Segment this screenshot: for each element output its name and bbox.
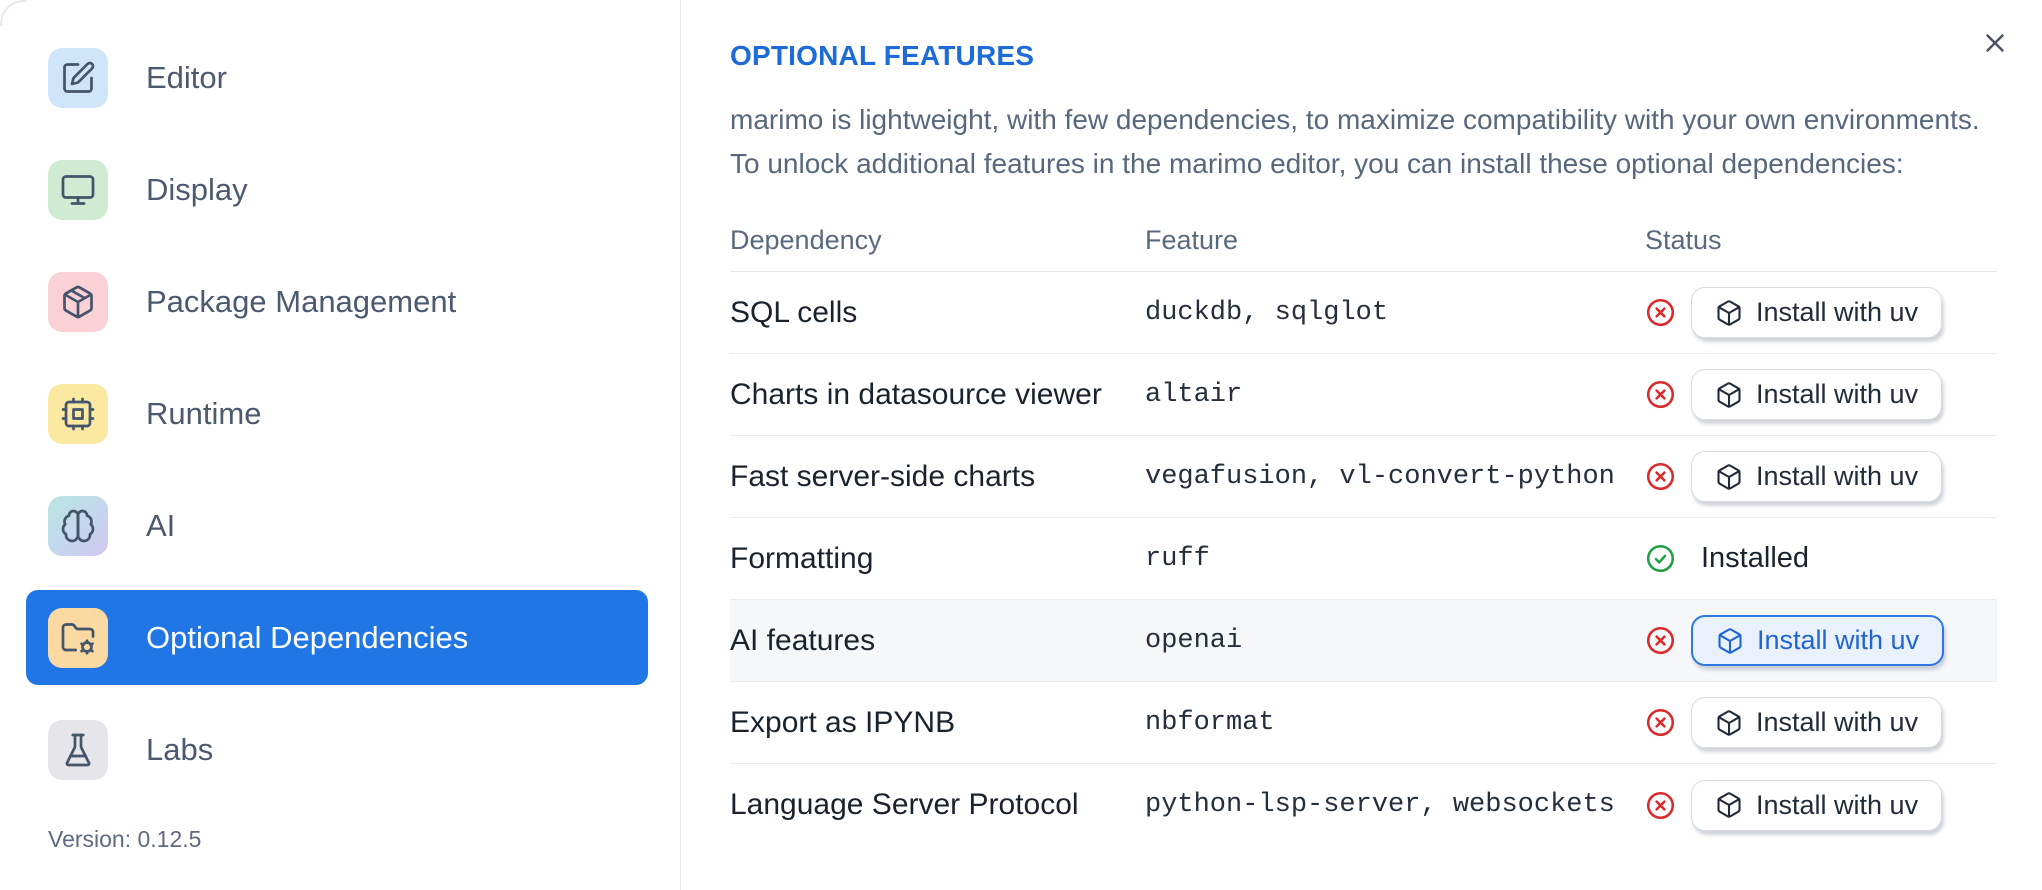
column-header-status: Status: [1645, 225, 1722, 255]
status-cell: Install with uv: [1645, 451, 1997, 502]
feature-cell: vegafusion, vl-convert-python: [1145, 461, 1615, 492]
sidebar-item-label: Display: [146, 171, 248, 207]
status-missing-icon: [1645, 625, 1676, 656]
install-with-uv-button[interactable]: Install with uv: [1691, 697, 1943, 748]
install-button-label: Install with uv: [1756, 379, 1919, 409]
sidebar-item-optional-dependencies[interactable]: Optional Dependencies: [26, 590, 648, 685]
folder-cog-icon: [48, 607, 108, 668]
cpu-icon: [48, 383, 108, 444]
sidebar-item-label: Runtime: [146, 395, 262, 431]
table-row: AI features openai Install with uv: [730, 600, 1997, 682]
status-missing-icon: [1645, 790, 1676, 821]
brain-icon: [48, 495, 108, 556]
feature-cell: altair: [1145, 379, 1243, 410]
table-row: SQL cells duckdb, sqlglot Install with u…: [730, 272, 1997, 354]
package-icon: [48, 271, 108, 332]
box-icon: [1717, 381, 1741, 408]
edit-icon: [48, 47, 108, 108]
description-line: To unlock additional features in the mar…: [730, 148, 1904, 179]
sidebar-item-label: Package Management: [146, 283, 457, 319]
feature-cell: openai: [1145, 625, 1243, 656]
status-cell: Install with uv: [1645, 369, 1997, 420]
page-title: OPTIONAL FEATURES: [730, 40, 1035, 71]
status-cell: Install with uv: [1645, 615, 1997, 666]
install-with-uv-button[interactable]: Install with uv: [1691, 287, 1943, 338]
close-icon[interactable]: [1976, 24, 2014, 62]
install-with-uv-button[interactable]: Install with uv: [1691, 369, 1943, 420]
sidebar-item-package-management[interactable]: Package Management: [26, 254, 648, 349]
dependency-cell: AI features: [730, 623, 876, 657]
install-button-label: Install with uv: [1757, 625, 1920, 655]
table-header-row: Dependency Feature Status: [730, 210, 1997, 272]
version-label: Version: 0.12.5: [48, 826, 202, 852]
box-icon: [1717, 792, 1741, 818]
sidebar-item-ai[interactable]: AI: [26, 478, 648, 573]
column-header-feature: Feature: [1145, 225, 1239, 255]
install-with-uv-button[interactable]: Install with uv: [1691, 615, 1945, 666]
feature-cell: ruff: [1145, 543, 1210, 574]
installed-status-label: Installed: [1701, 542, 1810, 574]
status-cell: Install with uv: [1645, 287, 1997, 338]
sidebar-item-label: AI: [146, 507, 176, 543]
monitor-icon: [48, 159, 108, 220]
dependency-cell: SQL cells: [730, 295, 858, 329]
panel-description: marimo is lightweight, with few dependen…: [730, 98, 1997, 186]
table-row: Language Server Protocol python-lsp-serv…: [730, 764, 1997, 846]
install-button-label: Install with uv: [1756, 461, 1919, 491]
status-cell: Installed: [1645, 542, 1997, 575]
feature-cell: duckdb, sqlglot: [1145, 297, 1389, 328]
box-icon: [1717, 709, 1741, 736]
settings-sidebar: Editor Display Package Management Runtim…: [0, 0, 681, 890]
sidebar-item-label: Editor: [146, 59, 227, 95]
dependency-cell: Charts in datasource viewer: [730, 377, 1102, 411]
table-row: Export as IPYNB nbformat Install with uv: [730, 682, 1997, 764]
status-missing-icon: [1645, 461, 1676, 492]
dependency-cell: Formatting: [730, 541, 874, 575]
description-line: marimo is lightweight, with few dependen…: [730, 104, 1980, 135]
sidebar-item-editor[interactable]: Editor: [26, 30, 648, 125]
dependency-table: Dependency Feature Status SQL cells duck…: [730, 210, 1997, 846]
install-button-label: Install with uv: [1756, 789, 1919, 820]
settings-dialog: Editor Display Package Management Runtim…: [0, 0, 2042, 890]
box-icon: [1717, 463, 1741, 490]
box-icon: [1717, 299, 1741, 326]
feature-cell: nbformat: [1145, 707, 1275, 738]
flask-icon: [48, 719, 108, 780]
table-row: Charts in datasource viewer altair Insta…: [730, 354, 1997, 436]
column-header-dependency: Dependency: [730, 225, 882, 255]
table-row: Fast server-side charts vegafusion, vl-c…: [730, 436, 1997, 518]
install-button-label: Install with uv: [1756, 707, 1919, 737]
install-with-uv-button[interactable]: Install with uv: [1691, 779, 1943, 831]
sidebar-item-runtime[interactable]: Runtime: [26, 366, 648, 461]
status-cell: Install with uv: [1645, 779, 1997, 831]
install-with-uv-button[interactable]: Install with uv: [1691, 451, 1943, 502]
sidebar-item-display[interactable]: Display: [26, 142, 648, 237]
dependency-cell: Fast server-side charts: [730, 459, 1036, 493]
sidebar-item-label: Labs: [146, 731, 214, 767]
status-installed-icon: [1645, 543, 1676, 574]
feature-cell: python-lsp-server, websockets: [1145, 790, 1615, 820]
sidebar-item-label: Optional Dependencies: [146, 619, 469, 655]
status-cell: Install with uv: [1645, 697, 1997, 748]
optional-features-panel: OPTIONAL FEATURES marimo is lightweight,…: [681, 0, 2042, 890]
dependency-cell: Export as IPYNB: [730, 705, 956, 739]
status-missing-icon: [1645, 297, 1676, 328]
dependency-cell: Language Server Protocol: [730, 788, 1079, 821]
install-button-label: Install with uv: [1756, 297, 1919, 327]
sidebar-item-labs[interactable]: Labs: [26, 702, 648, 797]
box-icon: [1718, 627, 1742, 654]
table-row: Formatting ruff Installed: [730, 518, 1997, 600]
status-missing-icon: [1645, 707, 1676, 738]
status-missing-icon: [1645, 379, 1676, 410]
